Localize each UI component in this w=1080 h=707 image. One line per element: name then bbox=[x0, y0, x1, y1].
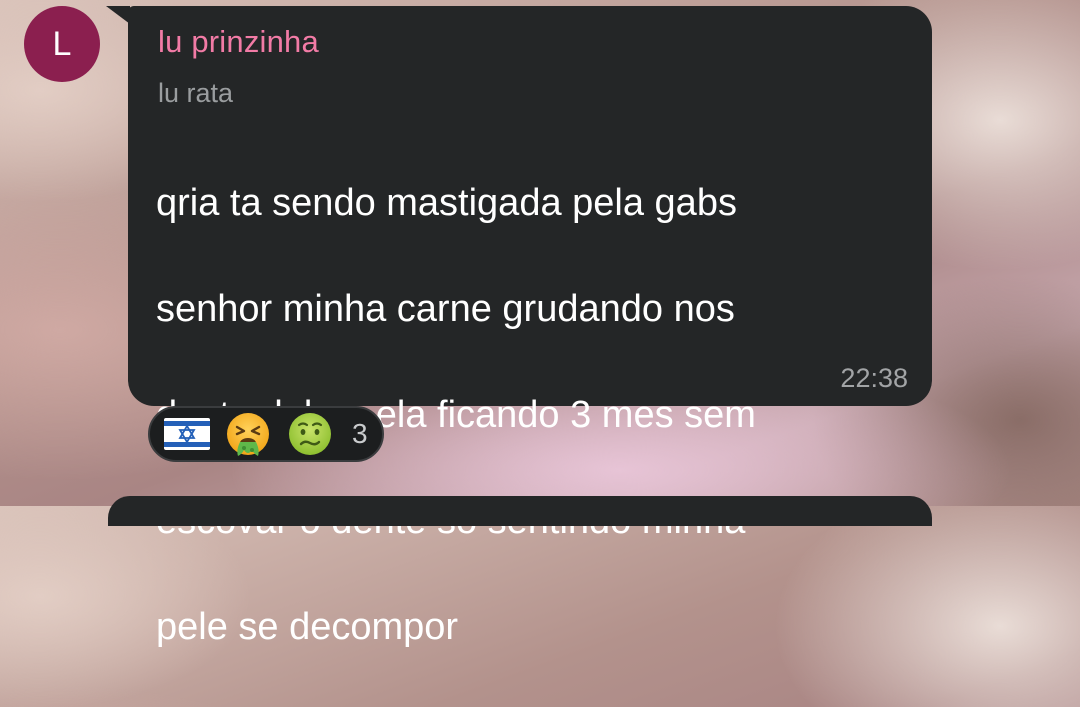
message-line: senhor minha carne grudando nos bbox=[156, 288, 735, 330]
message-line: pele se decompor bbox=[156, 606, 459, 648]
vomiting-face-icon[interactable] bbox=[224, 410, 272, 458]
next-message-bubble[interactable] bbox=[108, 496, 932, 526]
reaction-count: 3 bbox=[352, 418, 368, 449]
avatar-letter: L bbox=[52, 24, 72, 63]
sender-name[interactable]: lu prinzinha bbox=[158, 24, 319, 60]
message-line: qria ta sendo mastigada pela gabs bbox=[156, 182, 737, 224]
avatar[interactable]: L bbox=[24, 6, 100, 82]
nauseated-face-icon[interactable] bbox=[286, 410, 334, 458]
reactions-bar[interactable]: 3 bbox=[148, 406, 384, 462]
star-of-david-icon bbox=[178, 424, 196, 444]
israel-flag-icon[interactable] bbox=[164, 418, 210, 450]
message-time: 22:38 bbox=[840, 363, 908, 393]
message-bubble[interactable]: lu prinzinha lu rata qria ta sendo masti… bbox=[128, 6, 932, 648]
bubble-tail bbox=[106, 6, 130, 24]
sender-subtitle: lu rata bbox=[158, 78, 234, 108]
